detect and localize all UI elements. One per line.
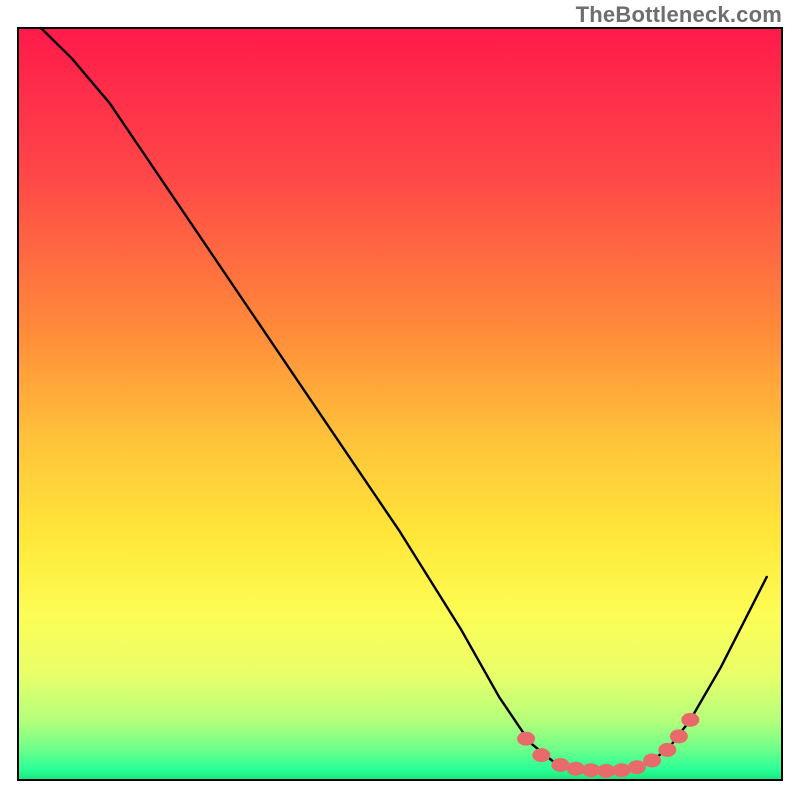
highlighted-point [658, 743, 676, 757]
highlighted-point [670, 729, 688, 743]
highlighted-point [597, 764, 615, 778]
chart-container: TheBottleneck.com [0, 0, 800, 800]
highlighted-point [551, 758, 569, 772]
bottleneck-chart [0, 0, 800, 800]
highlighted-point [613, 763, 631, 777]
highlighted-point [582, 763, 600, 777]
highlighted-point [567, 762, 585, 776]
highlighted-point [628, 760, 646, 774]
highlighted-point [681, 713, 699, 727]
watermark-text: TheBottleneck.com [576, 2, 782, 28]
plot-background [18, 28, 782, 780]
highlighted-point [532, 748, 550, 762]
highlighted-point [517, 732, 535, 746]
highlighted-point [643, 753, 661, 767]
